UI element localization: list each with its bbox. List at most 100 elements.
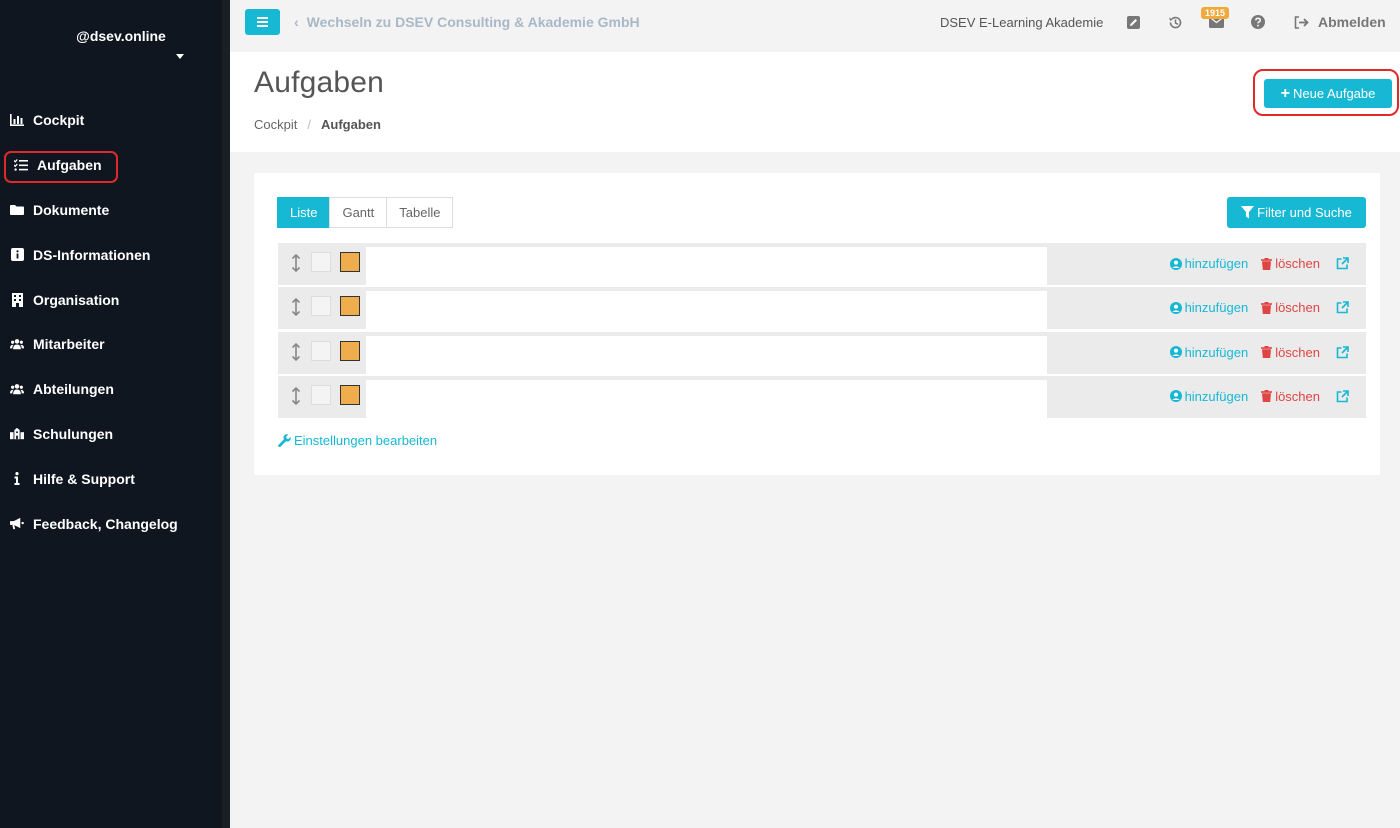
user-circle-icon	[1169, 390, 1182, 403]
caret-down-icon[interactable]	[176, 54, 184, 59]
trash-icon	[1261, 301, 1273, 314]
delete-task-label: löschen	[1275, 388, 1320, 404]
add-assignee-button[interactable]: hinzufügen	[1169, 300, 1249, 316]
task-title-input[interactable]	[366, 335, 1047, 374]
drag-handle-icon[interactable]	[290, 342, 302, 363]
chart-icon	[10, 113, 24, 127]
delete-task-button[interactable]: löschen	[1261, 345, 1320, 360]
open-task-icon[interactable]	[1336, 257, 1352, 270]
sidebar-item-hilfe-support[interactable]: Hilfe & Support	[0, 456, 222, 501]
add-assignee-button[interactable]: hinzufügen	[1169, 345, 1248, 360]
new-task-button[interactable]: + Neue Aufgabe	[1264, 79, 1392, 108]
drag-handle-icon[interactable]	[290, 298, 302, 318]
task-checkbox[interactable]	[311, 340, 331, 361]
delete-task-label: löschen	[1275, 344, 1320, 360]
user-circle-icon	[1169, 301, 1182, 314]
open-task-icon[interactable]	[1336, 345, 1352, 359]
breadcrumb: Cockpit / Aufgaben	[254, 117, 381, 132]
filter-icon	[1241, 206, 1255, 219]
edit-icon[interactable]	[1125, 14, 1141, 30]
top-bar: ‹ Wechseln zu DSEV Consulting & Akademie …	[230, 0, 1400, 46]
sidebar-item-label: Schulungen	[33, 425, 114, 442]
switch-organization-link[interactable]: ‹ Wechseln zu DSEV Consulting & Akademie …	[294, 14, 640, 30]
sidebar-item-label: Aufgaben	[37, 157, 102, 174]
trash-icon	[1261, 346, 1273, 359]
task-title-input[interactable]	[366, 247, 1047, 285]
open-task-icon[interactable]	[1336, 390, 1352, 403]
add-assignee-label: hinzufügen	[1184, 300, 1249, 316]
sidebar-item-abteilungen[interactable]: Abteilungen	[0, 367, 222, 412]
delete-task-button[interactable]: löschen	[1261, 300, 1320, 315]
tasks-icon	[14, 158, 28, 172]
sidebar-item-label: Cockpit	[33, 112, 85, 129]
row-actions: hinzufügen löschen	[1169, 345, 1352, 360]
user-circle-icon	[1169, 257, 1182, 270]
wrench-icon	[278, 434, 291, 447]
row-actions: hinzufügen löschen	[1169, 256, 1352, 271]
menu-toggle-button[interactable]	[245, 9, 280, 35]
highlight-outline: + Neue Aufgabe	[1253, 69, 1399, 116]
tab-tabelle[interactable]: Tabelle	[386, 197, 454, 228]
logout-button[interactable]: Abmelden	[1294, 14, 1386, 30]
page-header: Aufgaben Cockpit / Aufgaben + Neue Aufga…	[230, 52, 1400, 152]
delete-task-button[interactable]: löschen	[1261, 389, 1320, 404]
history-icon[interactable]	[1167, 14, 1183, 30]
priority-marker[interactable]	[340, 340, 360, 361]
view-tabs: Liste Gantt Tabelle	[277, 197, 454, 228]
school-icon	[10, 427, 24, 441]
priority-marker[interactable]	[340, 296, 360, 317]
users-icon	[10, 382, 24, 396]
sidebar-item-label: Hilfe & Support	[33, 470, 135, 487]
task-checkbox[interactable]	[311, 252, 331, 272]
hamburger-icon	[257, 25, 268, 27]
priority-marker[interactable]	[340, 384, 360, 405]
drag-handle-icon[interactable]	[290, 386, 302, 407]
add-assignee-label: hinzufügen	[1184, 388, 1249, 404]
breadcrumb-current: Aufgaben	[320, 117, 381, 132]
add-assignee-button[interactable]: hinzufügen	[1169, 256, 1248, 271]
tab-gantt[interactable]: Gantt	[329, 197, 388, 228]
task-list: hinzufügen löschen hinzufügen löschen hi…	[278, 243, 1366, 420]
sidebar-item-feedback-changelog[interactable]: Feedback, Changelog	[0, 501, 222, 546]
info-square-icon	[10, 248, 24, 262]
trash-icon	[1261, 390, 1273, 403]
task-checkbox[interactable]	[311, 296, 331, 317]
filter-search-button[interactable]: Filter und Suche	[1227, 197, 1366, 228]
sidebar-item-label: Abteilungen	[33, 381, 114, 398]
sidebar-item-mitarbeiter[interactable]: Mitarbeiter	[0, 322, 222, 367]
user-menu[interactable]: @dsev.online	[0, 28, 222, 59]
megaphone-icon	[10, 517, 24, 531]
sidebar-item-aufgaben[interactable]: Aufgaben	[0, 143, 222, 188]
task-title-input[interactable]	[366, 379, 1047, 418]
sidebar-item-label: DS-Informationen	[33, 246, 151, 263]
sidebar-item-schulungen[interactable]: Schulungen	[0, 412, 222, 457]
edit-settings-link[interactable]: Einstellungen bearbeiten	[278, 433, 437, 448]
drag-handle-icon[interactable]	[290, 254, 302, 274]
sidebar-item-label: Dokumente	[33, 201, 110, 218]
chevron-left-icon: ‹	[294, 14, 299, 30]
task-row: hinzufügen löschen	[278, 375, 1366, 418]
sidebar-item-label: Feedback, Changelog	[33, 515, 178, 532]
page-title: Aufgaben	[254, 66, 385, 99]
delete-task-button[interactable]: löschen	[1261, 256, 1320, 271]
help-icon[interactable]	[1250, 14, 1266, 30]
sidebar-item-ds-informationen[interactable]: DS-Informationen	[0, 232, 222, 277]
sidebar: @dsev.online Cockpit Aufgaben Dokumente	[0, 0, 230, 828]
breadcrumb-cockpit-link[interactable]: Cockpit	[254, 117, 297, 132]
edit-settings-label: Einstellungen bearbeiten	[294, 433, 438, 448]
folder-icon	[10, 203, 24, 217]
delete-task-label: löschen	[1275, 256, 1320, 271]
task-title-input[interactable]	[366, 291, 1047, 330]
priority-marker[interactable]	[340, 252, 360, 272]
user-circle-icon	[1169, 346, 1182, 359]
sidebar-item-organisation[interactable]: Organisation	[0, 277, 222, 322]
sidebar-item-cockpit[interactable]: Cockpit	[0, 98, 222, 143]
task-checkbox[interactable]	[311, 384, 331, 405]
task-row: hinzufügen löschen	[278, 287, 1366, 330]
plus-icon: +	[1280, 84, 1290, 102]
logout-label: Abmelden	[1318, 14, 1386, 30]
add-assignee-button[interactable]: hinzufügen	[1169, 388, 1249, 404]
tab-liste[interactable]: Liste	[277, 197, 331, 228]
sidebar-item-dokumente[interactable]: Dokumente	[0, 188, 222, 233]
open-task-icon[interactable]	[1336, 301, 1352, 314]
